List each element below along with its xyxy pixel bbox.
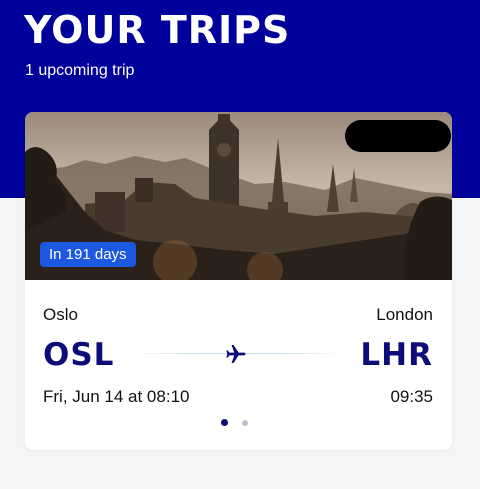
pager-dot-active[interactable] [221, 419, 228, 426]
trip-card[interactable]: In 191 days Oslo London OSL LHR Fri, Jun… [25, 112, 452, 450]
airplane-icon [226, 345, 246, 363]
departure-time: Fri, Jun 14 at 08:10 [43, 387, 190, 406]
destination-airport-code: LHR [360, 337, 433, 373]
arrival-time: 09:35 [390, 387, 433, 406]
countdown-badge: In 191 days [40, 242, 136, 267]
redaction-mark [345, 120, 451, 152]
pager-dot[interactable] [242, 419, 248, 426]
card-pager [221, 419, 248, 426]
origin-airport-code: OSL [43, 337, 115, 373]
origin-city: Oslo [43, 305, 78, 324]
trip-count: 1 upcoming trip [25, 62, 135, 79]
destination-city: London [376, 305, 433, 324]
page-title: YOUR TRIPS [24, 8, 291, 52]
